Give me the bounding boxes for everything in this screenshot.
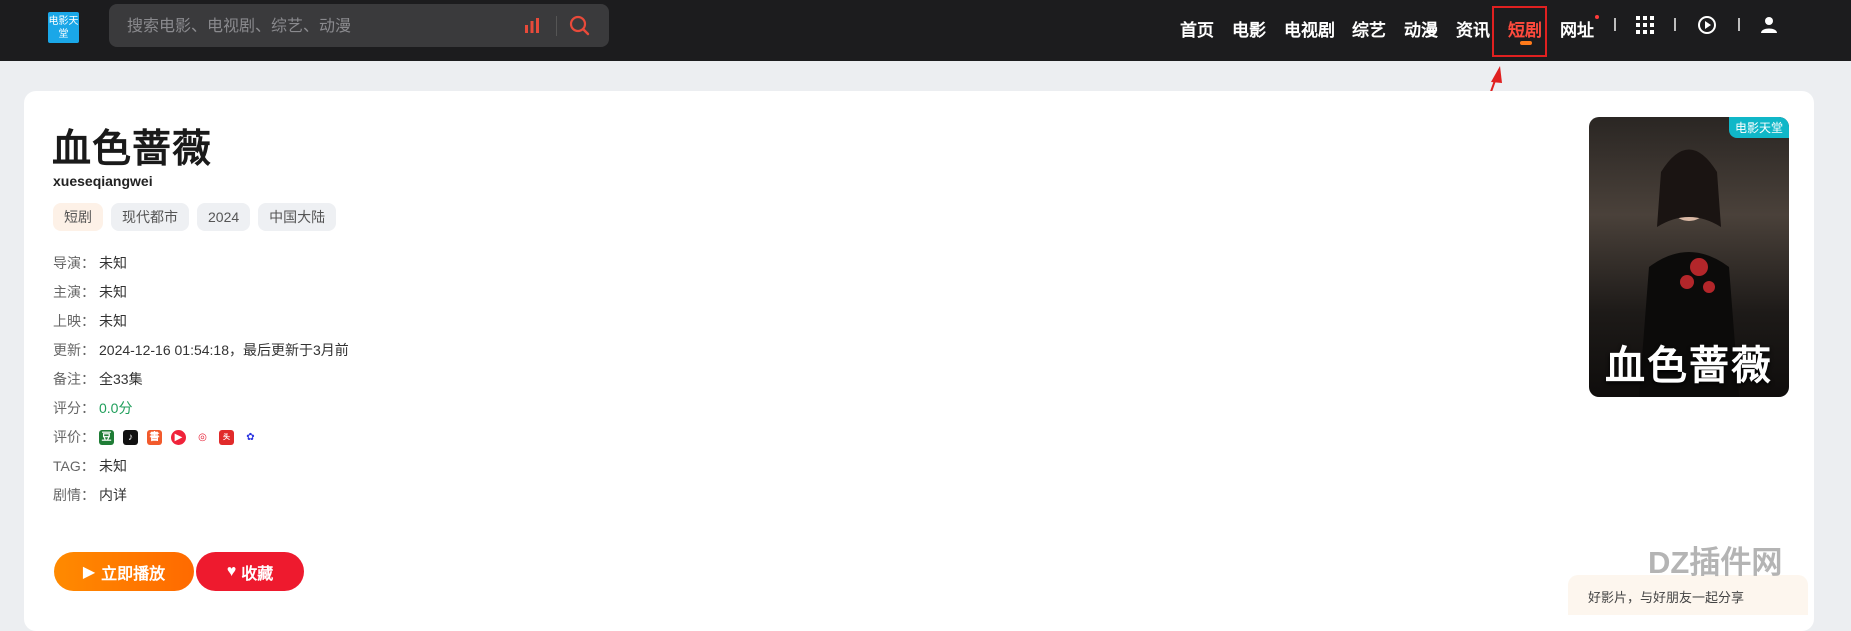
info-row-plot: 剧情： 内详 [53,483,349,512]
favorite-label: 收藏 [241,565,274,583]
info-row-reviews: 评价： 豆 ♪ 書 ▶ ◎ 头 ✿ [53,425,349,454]
watermark: DZ插件网 [1648,545,1783,580]
info-list: 导演： 未知 主演： 未知 上映： 未知 更新： 2024-12-16 01:54:18… [53,251,349,512]
nav-divider [1738,18,1740,31]
favorite-button[interactable]: ♥ 收藏 [196,552,304,591]
info-row-director: 导演： 未知 [53,251,349,280]
info-key: 更新： [53,342,95,358]
tag-region[interactable]: 中国大陆 [258,203,337,231]
review-sites: 豆 ♪ 書 ▶ ◎ 头 ✿ [99,425,258,449]
nav-sites[interactable]: 网址 [1560,16,1594,41]
share-text: 好影片，与好朋友一起分享 [1588,590,1745,605]
info-row-note: 备注： 全33集 [53,367,349,396]
search-box [109,4,609,49]
tag-year[interactable]: 2024 [197,203,251,231]
info-key: 剧情： [53,487,95,503]
play-now-button[interactable]: ▶ 立即播放 [54,552,194,591]
info-value: 未知 [99,255,127,271]
douyin-icon[interactable]: ♪ [123,429,138,445]
nav-divider [1614,18,1616,31]
info-key: TAG： [53,458,95,474]
info-key: 备注： [53,371,95,387]
douban-icon[interactable]: 豆 [99,429,114,445]
play-history-icon[interactable] [1697,15,1717,35]
info-key: 主演： [53,284,95,300]
play-label: 立即播放 [101,565,166,583]
tag-genre[interactable]: 现代都市 [111,203,189,231]
heart-icon: ♥ [226,562,237,580]
search-icon[interactable] [567,13,593,39]
tag-category[interactable]: 短剧 [53,203,103,231]
video-site-icon[interactable]: ▶ [171,429,186,445]
info-value: 未知 [99,313,127,329]
weibo-icon[interactable]: ◎ [195,429,210,445]
xiaohongshu-icon[interactable]: 書 [147,429,162,445]
nav-tv[interactable]: 电视剧 [1284,16,1335,41]
info-row-tag: TAG： 未知 [53,454,349,483]
new-dot [1595,15,1599,19]
nav-home[interactable]: 首页 [1180,16,1214,41]
poster-image[interactable]: 电影天堂 血色蔷薇 [1589,117,1789,397]
info-row-release: 上映： 未知 [53,309,349,338]
nav-divider [1674,18,1676,31]
poster-badge: 电影天堂 [1728,117,1789,138]
info-key: 上映： [53,313,95,329]
play-icon: ▶ [82,563,96,581]
search-divider [556,16,557,36]
score-value: 0.0分 [99,400,133,416]
info-row-cast: 主演： 未知 [53,280,349,309]
nav-news[interactable]: 资讯 [1456,16,1490,41]
poster-title-art: 血色蔷薇 [1605,342,1773,389]
info-row-score: 评分： 0.0分 [53,396,349,425]
nav-variety[interactable]: 综艺 [1352,16,1386,41]
info-key: 评分： [53,400,95,416]
info-key: 导演： [53,255,95,271]
info-row-updated: 更新： 2024-12-16 01:54:18，最后更新于3月前 [53,338,349,367]
info-value: 内详 [99,487,127,503]
info-value: 未知 [99,284,127,300]
site-logo[interactable]: 电影天堂 [48,12,79,43]
pinyin-subtitle: xueseqiangwei [53,173,153,189]
user-icon[interactable] [1759,15,1779,35]
annotation-highlight-box [1492,6,1547,57]
toutiao-icon[interactable]: 头 [219,429,234,445]
trending-icon[interactable] [522,16,542,36]
info-key: 评价： [53,429,95,445]
nav-anime[interactable]: 动漫 [1404,16,1438,41]
nav-movie[interactable]: 电影 [1232,16,1266,41]
grid-menu-icon[interactable] [1635,15,1655,35]
tag-list: 短剧 现代都市 2024 中国大陆 [53,203,337,231]
search-input[interactable] [125,4,509,49]
info-value: 全33集 [99,371,143,387]
info-value: 2024-12-16 01:54:18，最后更新于3月前 [99,342,349,358]
info-value: 未知 [99,458,127,474]
baidu-icon[interactable]: ✿ [243,429,258,445]
page-title: 血色蔷薇 [52,128,213,171]
top-navbar: 电影天堂 首页 电影 电视剧 综艺 动漫 资讯 短剧 网址 [0,0,1851,61]
